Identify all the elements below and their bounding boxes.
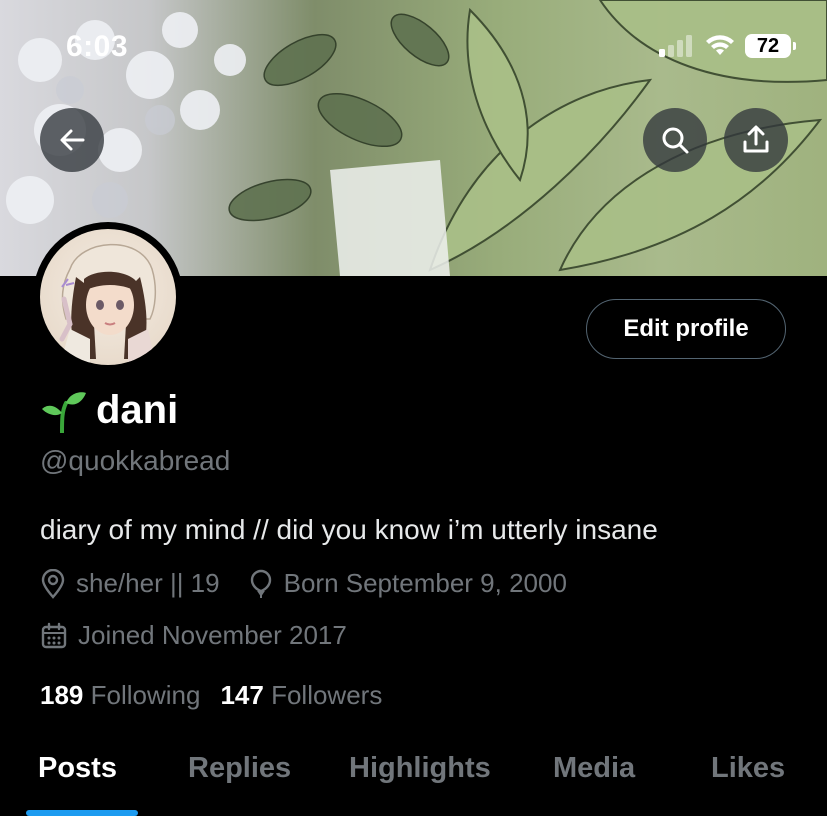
profile-bio: diary of my mind // did you know i’m utt… xyxy=(40,514,658,545)
status-time: 6:03 xyxy=(66,30,129,63)
followers-count: 147 xyxy=(220,680,264,710)
joined-item: Joined November 2017 xyxy=(40,620,347,651)
status-indicators: 72 xyxy=(659,34,796,58)
tab-replies[interactable]: Replies xyxy=(188,752,291,785)
avatar-illustration xyxy=(59,243,157,365)
location-item: she/her || 19 xyxy=(40,568,220,599)
arrow-left-icon xyxy=(60,129,85,151)
share-upload-icon xyxy=(743,125,769,153)
joined-text: Joined November 2017 xyxy=(78,620,347,650)
tab-media[interactable]: Media xyxy=(553,752,635,785)
follow-counts: 189 Following 147 Followers xyxy=(40,680,382,711)
display-name: dani xyxy=(96,388,179,432)
followers-link[interactable]: 147 Followers xyxy=(220,680,382,711)
birthday-item: Born September 9, 2000 xyxy=(248,568,567,599)
birthday-text: Born September 9, 2000 xyxy=(283,568,567,598)
tab-likes[interactable]: Likes xyxy=(711,752,785,785)
avatar-border[interactable] xyxy=(33,222,183,372)
avatar[interactable] xyxy=(40,229,176,365)
wifi-icon xyxy=(706,35,734,55)
display-name-row: dani xyxy=(40,388,178,433)
following-count: 189 xyxy=(40,680,84,710)
search-button[interactable] xyxy=(643,108,707,172)
back-button[interactable] xyxy=(40,108,104,172)
tab-highlights[interactable]: Highlights xyxy=(349,752,491,785)
profile-tabs: Posts Replies Highlights Media Likes xyxy=(0,752,827,816)
calendar-icon xyxy=(41,622,67,648)
location-pin-icon xyxy=(41,568,65,599)
following-label: Following xyxy=(90,680,201,710)
battery-icon: 72 xyxy=(745,34,796,58)
edit-profile-button[interactable]: Edit profile xyxy=(586,299,786,359)
profile-meta-row: she/her || 19 Born September 9, 2000 xyxy=(40,568,567,599)
search-icon xyxy=(662,127,689,154)
seedling-emoji-icon xyxy=(42,391,86,433)
username-handle: @quokkabread xyxy=(40,445,231,476)
following-link[interactable]: 189 Following xyxy=(40,680,200,711)
location-text: she/her || 19 xyxy=(76,568,220,598)
balloon-icon xyxy=(250,569,271,598)
tab-posts[interactable]: Posts xyxy=(38,752,117,785)
cellular-signal-icon xyxy=(659,35,692,57)
share-button[interactable] xyxy=(724,108,788,172)
active-tab-indicator xyxy=(26,810,138,816)
followers-label: Followers xyxy=(271,680,383,710)
joined-row: Joined November 2017 xyxy=(40,620,347,651)
